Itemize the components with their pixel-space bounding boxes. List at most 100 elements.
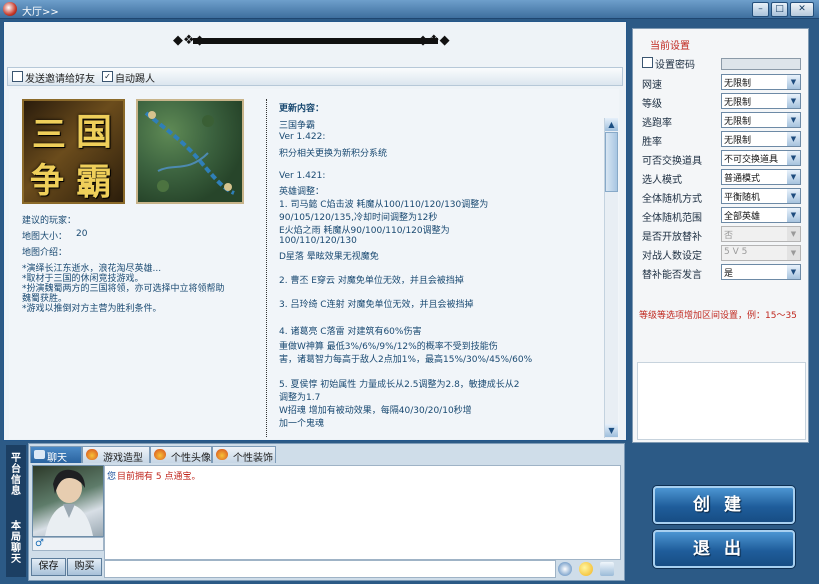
update-line: 3. 吕玲绮 C连射 对魔免单位无效，并且会被挡掉 bbox=[279, 300, 474, 310]
password-label: 设置密码 bbox=[655, 60, 695, 71]
update-line: 加一个鬼魂 bbox=[279, 419, 325, 429]
chevron-down-icon: ▼ bbox=[787, 151, 800, 165]
side-tab-char: 聊 bbox=[11, 543, 21, 554]
auto-kick-label: 自动踢人 bbox=[115, 74, 155, 85]
side-tab-strip: 平 台 信 息 本 局 聊 天 bbox=[6, 445, 26, 577]
settings-title: 当前设置 bbox=[650, 41, 690, 52]
maximize-button[interactable]: □ bbox=[771, 2, 788, 17]
side-tab-char: 平 bbox=[11, 453, 21, 464]
update-line: Ver 1.422: bbox=[279, 132, 326, 142]
chat-input[interactable] bbox=[104, 560, 556, 578]
avatar bbox=[32, 465, 104, 537]
substitute-open-select: 否 ▼ bbox=[721, 226, 801, 242]
fire-icon bbox=[154, 449, 166, 460]
password-checkbox[interactable] bbox=[642, 57, 653, 68]
side-tab-char: 息 bbox=[11, 486, 21, 497]
chat-bubble-icon bbox=[34, 450, 45, 459]
chevron-down-icon: ▼ bbox=[787, 208, 800, 222]
chat-message-prefix: 您 bbox=[107, 472, 117, 482]
update-line: 1. 司马懿 C焰击波 耗魔从100/110/120/130调整为 bbox=[279, 200, 489, 210]
map-size-value: 20 bbox=[76, 229, 88, 239]
update-line: W招魂 增加有被动效果，每隔40/30/20/10秒增 bbox=[279, 406, 472, 416]
tab-chat[interactable]: 聊天 bbox=[30, 446, 82, 464]
item-trade-select[interactable]: 不可交换道具 ▼ bbox=[721, 150, 801, 166]
male-gender-icon: ♂ bbox=[35, 538, 44, 549]
send-arrow-icon[interactable] bbox=[558, 562, 572, 576]
invite-friends-checkbox[interactable] bbox=[12, 71, 23, 82]
scroll-thumb[interactable] bbox=[605, 132, 618, 192]
pick-mode-select[interactable]: 普通模式 ▼ bbox=[721, 169, 801, 185]
setting-label: 胜率 bbox=[642, 137, 662, 148]
buy-button[interactable]: 购买 bbox=[67, 558, 102, 576]
chevron-down-icon: ▼ bbox=[787, 246, 800, 260]
update-line: 三国争霸 bbox=[279, 121, 316, 131]
setting-label: 可否交换道具 bbox=[642, 156, 702, 167]
tab-decoration[interactable]: 个性装饰 bbox=[212, 446, 276, 464]
network-speed-select[interactable]: 无限制 ▼ bbox=[721, 74, 801, 90]
window-title: 大厅>> bbox=[22, 7, 59, 18]
scroll-down-icon[interactable]: ▼ bbox=[605, 424, 618, 437]
update-line: 积分相关更换为新积分系统 bbox=[279, 149, 388, 159]
settings-note: 等级等选项增加区间设置，例：15～35 bbox=[639, 311, 797, 321]
gender-bar: ♂ bbox=[32, 537, 104, 551]
settings-icon[interactable] bbox=[600, 562, 614, 576]
close-button[interactable]: ✕ bbox=[790, 2, 814, 17]
escape-rate-select[interactable]: 无限制 ▼ bbox=[721, 112, 801, 128]
update-line: 英雄调整： bbox=[279, 187, 325, 197]
map-glyph: 三 bbox=[32, 115, 66, 155]
banner-bar bbox=[193, 38, 438, 44]
update-line: D星落 晕眩效果无视魔免 bbox=[279, 252, 379, 262]
update-notes: 更新内容： 三国争霸 Ver 1.422: 积分相关更换为新积分系统 Ver 1… bbox=[279, 97, 601, 437]
create-button[interactable]: 创建 bbox=[653, 486, 795, 524]
random-range-select[interactable]: 全部英雄 ▼ bbox=[721, 207, 801, 223]
map-intro-line: *游戏以推倒对方主营为胜利条件。 bbox=[22, 304, 162, 314]
invite-friends-label: 发送邀请给好友 bbox=[25, 74, 95, 85]
map-title-image: 三 国 争 霸 bbox=[22, 99, 125, 204]
settings-blank-area bbox=[637, 362, 806, 440]
exit-button[interactable]: 退出 bbox=[653, 530, 795, 568]
update-line: 100/110/120/130 bbox=[279, 236, 357, 246]
emoji-icon[interactable] bbox=[579, 562, 593, 576]
level-select[interactable]: 无限制 ▼ bbox=[721, 93, 801, 109]
chevron-down-icon: ▼ bbox=[787, 170, 800, 184]
app-logo-icon bbox=[3, 2, 17, 16]
setting-label: 是否开放替补 bbox=[642, 232, 702, 243]
update-line: 90/105/120/135,冷却时间调整为12秒 bbox=[279, 213, 438, 223]
scroll-up-icon[interactable]: ▲ bbox=[605, 118, 618, 131]
tab-game-skin[interactable]: 游戏造型 bbox=[82, 446, 150, 464]
chevron-down-icon: ▼ bbox=[787, 113, 800, 127]
side-tab-char: 台 bbox=[11, 464, 21, 475]
update-line: Ver 1.421: bbox=[279, 171, 326, 181]
side-tab-char: 天 bbox=[11, 554, 21, 565]
update-line: 4. 诸葛亮 C落雷 对建筑有60%伤害 bbox=[279, 327, 422, 337]
map-glyph: 国 bbox=[76, 111, 113, 153]
setting-label: 逃跑率 bbox=[642, 118, 672, 129]
update-line: 2. 曹丕 E穿云 对魔免单位无效，并且会被挡掉 bbox=[279, 276, 464, 286]
map-glyph: 争 bbox=[30, 161, 64, 201]
team-size-select: 5 V 5 ▼ bbox=[721, 245, 801, 261]
random-method-select[interactable]: 平衡随机 ▼ bbox=[721, 188, 801, 204]
banner-right-ornament-icon: ◆❖◆ bbox=[418, 33, 450, 48]
update-scrollbar[interactable]: ▲ ▼ bbox=[604, 118, 618, 438]
win-rate-select[interactable]: 无限制 ▼ bbox=[721, 131, 801, 147]
update-line: E火焰之雨 耗魔从90/100/110/120调整为 bbox=[279, 226, 450, 236]
chevron-down-icon: ▼ bbox=[787, 94, 800, 108]
setting-label: 选人模式 bbox=[642, 175, 682, 186]
minimize-button[interactable]: – bbox=[752, 2, 769, 17]
substitute-chat-select[interactable]: 是 ▼ bbox=[721, 264, 801, 280]
info-divider bbox=[266, 99, 267, 437]
update-line: 害，诸葛智力每高于敌人2点加1%，最高15%/30%/45%/60% bbox=[279, 355, 533, 365]
chevron-down-icon: ▼ bbox=[787, 227, 800, 241]
tab-avatar[interactable]: 个性头像 bbox=[150, 446, 212, 464]
fire-icon bbox=[86, 449, 98, 460]
save-button[interactable]: 保存 bbox=[31, 558, 66, 576]
auto-kick-checkbox[interactable]: ✓ bbox=[102, 71, 113, 82]
map-preview-image bbox=[136, 99, 244, 204]
chevron-down-icon: ▼ bbox=[787, 265, 800, 279]
map-intro-label: 地图介绍： bbox=[22, 248, 68, 258]
password-input[interactable] bbox=[721, 58, 801, 70]
room-toolbar bbox=[7, 67, 623, 86]
update-heading: 更新内容： bbox=[279, 104, 325, 114]
side-tab-char: 本 bbox=[11, 521, 21, 532]
fire-icon bbox=[216, 449, 228, 460]
